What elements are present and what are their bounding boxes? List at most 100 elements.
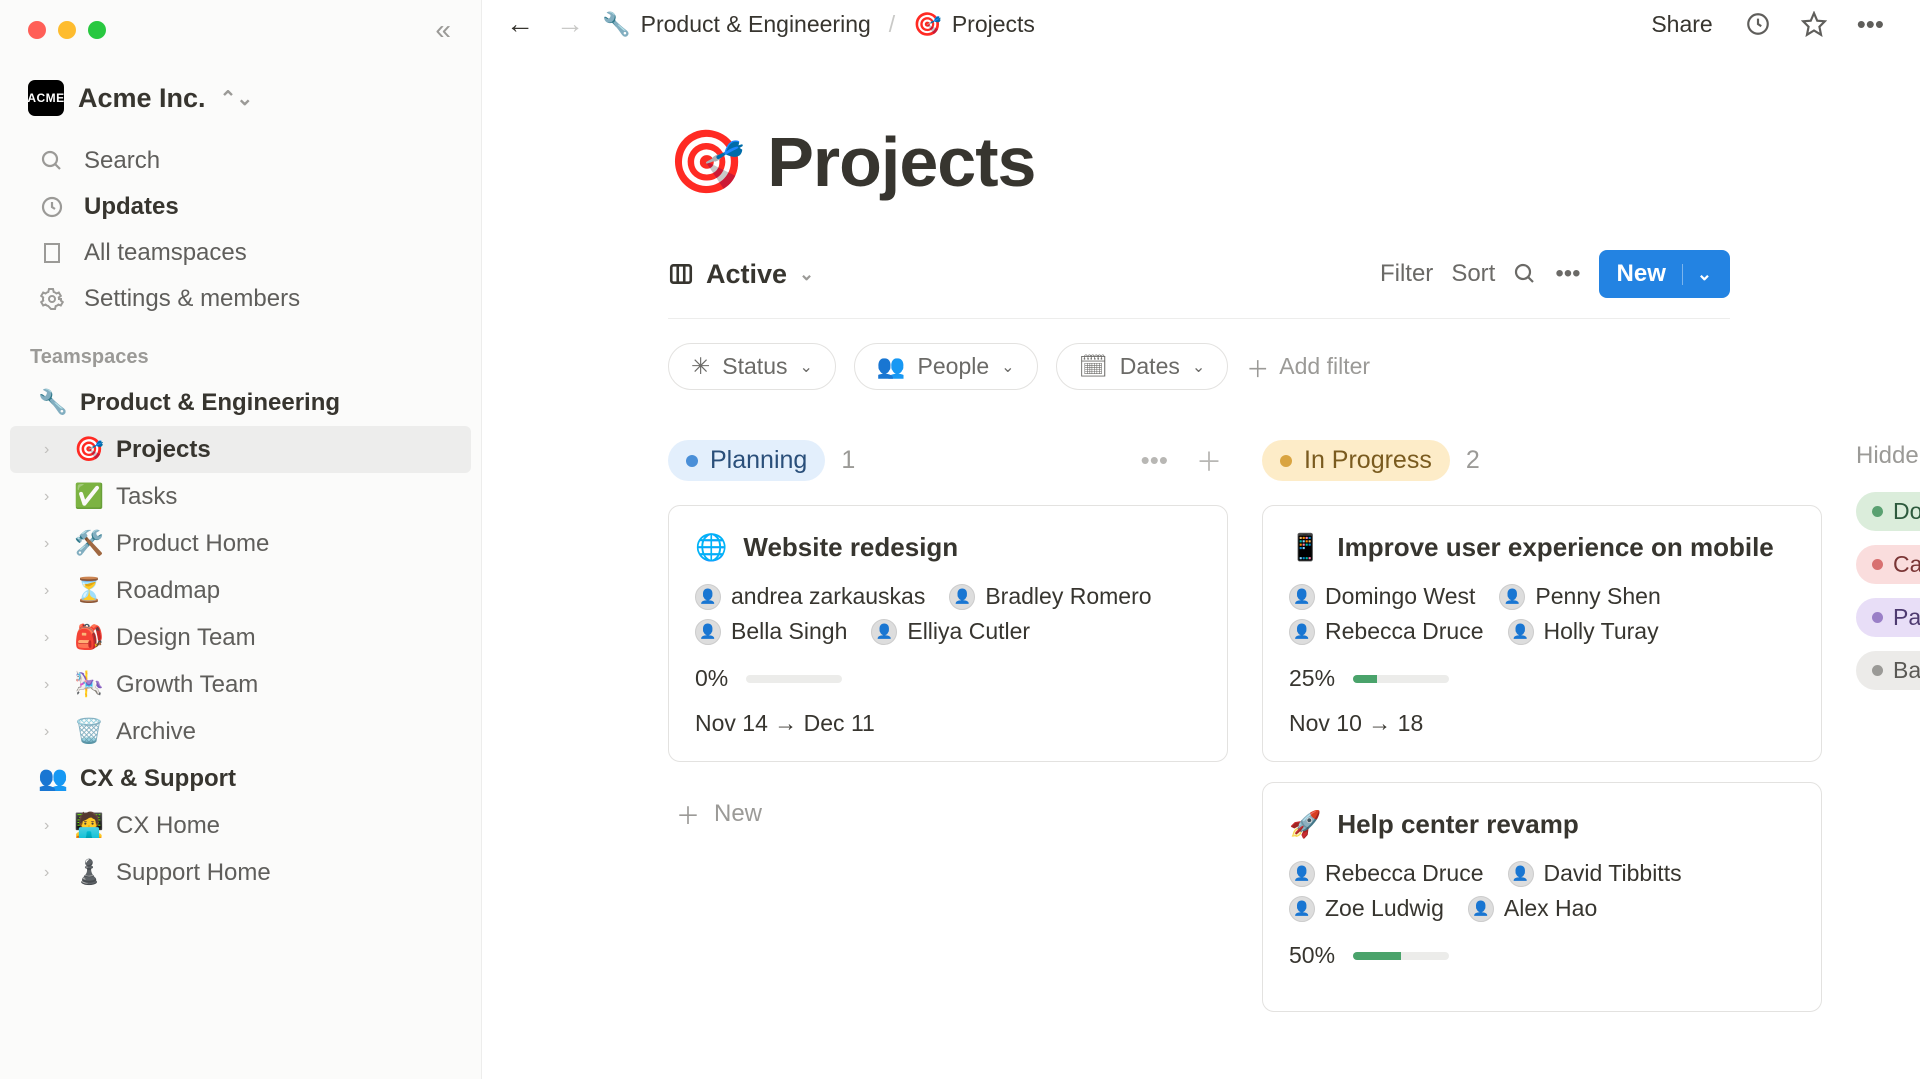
chevron-right-icon[interactable]: ›	[44, 488, 62, 506]
new-button-chevron-icon[interactable]: ⌄	[1682, 264, 1712, 285]
chevron-right-icon[interactable]: ›	[44, 817, 62, 835]
close-window-icon[interactable]	[28, 21, 46, 39]
page-emoji-icon: ♟️	[74, 858, 104, 887]
person-name: Holly Turay	[1544, 618, 1659, 645]
hidden-label: Hidden	[1856, 442, 1920, 470]
spinner-icon: ✳︎	[691, 353, 710, 380]
person-name: Rebecca Druce	[1325, 860, 1484, 887]
status-label: Planning	[710, 446, 807, 475]
page-emoji-icon: ✅	[74, 482, 104, 511]
sidebar-page-item[interactable]: ›✅Tasks	[10, 473, 471, 520]
maximize-window-icon[interactable]	[88, 21, 106, 39]
chevron-right-icon[interactable]: ›	[44, 535, 62, 553]
sidebar-search[interactable]: Search	[10, 138, 471, 184]
teamspace-item[interactable]: 🔧Product & Engineering	[10, 379, 471, 426]
page-emoji-icon[interactable]: 🎯	[668, 126, 745, 199]
page-label: CX Home	[116, 812, 220, 840]
chevron-right-icon[interactable]: ›	[44, 629, 62, 647]
sidebar-page-item[interactable]: › 🧑‍💻 CX Home	[10, 802, 471, 849]
card-people: 👤andrea zarkauskas👤Bradley Romero👤Bella …	[695, 583, 1201, 645]
page-label: Support Home	[116, 859, 271, 887]
progress-label: 25%	[1289, 665, 1335, 692]
teamspace-item[interactable]: 👥CX & Support	[10, 755, 471, 802]
column-count: 2	[1466, 446, 1480, 475]
sidebar-all-teamspaces[interactable]: All teamspaces	[10, 230, 471, 276]
collapse-sidebar-icon[interactable]: «	[435, 14, 451, 46]
breadcrumb-parent-emoji: 🔧	[602, 11, 631, 38]
column-add-icon[interactable]: ＋	[1190, 442, 1228, 479]
sidebar-settings[interactable]: Settings & members	[10, 276, 471, 322]
workspace-switcher[interactable]: ACME Acme Inc. ⌃⌄	[0, 60, 481, 138]
avatar-icon: 👤	[1468, 896, 1494, 922]
breadcrumb[interactable]: 🔧 Product & Engineering / 🎯 Projects	[602, 11, 1035, 38]
add-filter-button[interactable]: ＋ Add filter	[1246, 350, 1370, 384]
person-name: andrea zarkauskas	[731, 583, 925, 610]
more-icon[interactable]: •••	[1849, 5, 1892, 44]
filter-chip-status[interactable]: ✳︎ Status ⌄	[668, 343, 836, 390]
sidebar-page-item[interactable]: › 🎒 Design Team	[10, 614, 471, 661]
star-icon[interactable]	[1793, 7, 1835, 41]
board-card[interactable]: 📱Improve user experience on mobile 👤Domi…	[1262, 505, 1822, 762]
nav-forward-icon[interactable]: →	[552, 4, 588, 44]
window-controls: «	[0, 6, 481, 60]
status-bullet-icon	[1872, 559, 1883, 570]
page-emoji-icon: 🎒	[74, 623, 104, 652]
chevron-right-icon[interactable]: ›	[44, 676, 62, 694]
new-card-label: New	[714, 800, 762, 828]
avatar-icon: 👤	[871, 619, 897, 645]
search-view-icon[interactable]	[1513, 262, 1537, 286]
new-card-button[interactable]: ＋New	[668, 782, 1228, 845]
view-more-icon[interactable]: •••	[1555, 260, 1580, 288]
sidebar: « ACME Acme Inc. ⌃⌄ Search Updates All t…	[0, 0, 482, 1079]
card-people: 👤Rebecca Druce👤David Tibbitts👤Zoe Ludwig…	[1289, 860, 1795, 922]
hidden-status-pill[interactable]: Done	[1856, 492, 1920, 531]
sidebar-page-item[interactable]: ›⏳Roadmap	[10, 567, 471, 614]
avatar-icon: 👤	[695, 584, 721, 610]
card-emoji-icon: 🌐	[695, 530, 727, 565]
sidebar-page-item[interactable]: ›🛠️Product Home	[10, 520, 471, 567]
hidden-status-pill[interactable]: Cancelled	[1856, 545, 1920, 584]
status-bullet-icon	[1280, 455, 1292, 467]
person: 👤Zoe Ludwig	[1289, 895, 1444, 922]
board-card[interactable]: 🌐Website redesign 👤andrea zarkauskas👤Bra…	[668, 505, 1228, 762]
nav-back-icon[interactable]: ←	[502, 4, 538, 44]
board-card[interactable]: 🚀Help center revamp 👤Rebecca Druce👤David…	[1262, 782, 1822, 1012]
status-bullet-icon	[1872, 506, 1883, 517]
hidden-status-pill[interactable]: Backlog	[1856, 651, 1920, 690]
page-label: Archive	[116, 718, 196, 746]
card-emoji-icon: 📱	[1289, 530, 1321, 565]
filter-button[interactable]: Filter	[1380, 260, 1433, 288]
card-title: Help center revamp	[1337, 807, 1578, 842]
page-label: Design Team	[116, 624, 256, 652]
progress-bar	[1353, 675, 1449, 683]
minimize-window-icon[interactable]	[58, 21, 76, 39]
chevron-right-icon[interactable]: ›	[44, 441, 62, 459]
view-switcher[interactable]: Active ⌄	[668, 259, 814, 290]
sort-button[interactable]: Sort	[1451, 260, 1495, 288]
chevron-right-icon[interactable]: ›	[44, 582, 62, 600]
sidebar-page-item[interactable]: › ♟️ Support Home	[10, 849, 471, 896]
page-emoji-icon: 🧑‍💻	[74, 811, 104, 840]
column-more-icon[interactable]: •••	[1135, 445, 1174, 476]
calendar-icon: 🗓	[1079, 353, 1108, 380]
share-button[interactable]: Share	[1641, 7, 1722, 42]
new-button[interactable]: New ⌄	[1599, 250, 1730, 298]
topbar: ← → 🔧 Product & Engineering / 🎯 Projects…	[482, 0, 1920, 52]
filter-chip-dates[interactable]: 🗓 Dates ⌄	[1056, 343, 1229, 390]
sidebar-page-item[interactable]: ›🗑️Archive	[10, 708, 471, 755]
sidebar-page-item[interactable]: ›🎠Growth Team	[10, 661, 471, 708]
sidebar-updates-label: Updates	[84, 193, 179, 221]
sidebar-updates[interactable]: Updates	[10, 184, 471, 230]
status-pill[interactable]: Planning	[668, 440, 825, 481]
breadcrumb-parent: Product & Engineering	[641, 11, 871, 38]
avatar-icon: 👤	[695, 619, 721, 645]
status-pill[interactable]: In Progress	[1262, 440, 1450, 481]
history-icon[interactable]	[1737, 7, 1779, 41]
chevron-right-icon[interactable]: ›	[44, 723, 62, 741]
hidden-status-pill[interactable]: Paused	[1856, 598, 1920, 637]
card-title: Improve user experience on mobile	[1337, 530, 1773, 565]
page-emoji-icon: 🛠️	[74, 529, 104, 558]
sidebar-page-item[interactable]: ›🎯Projects	[10, 426, 471, 473]
filter-chip-people[interactable]: 👥 People ⌄	[854, 343, 1038, 390]
chevron-right-icon[interactable]: ›	[44, 864, 62, 882]
